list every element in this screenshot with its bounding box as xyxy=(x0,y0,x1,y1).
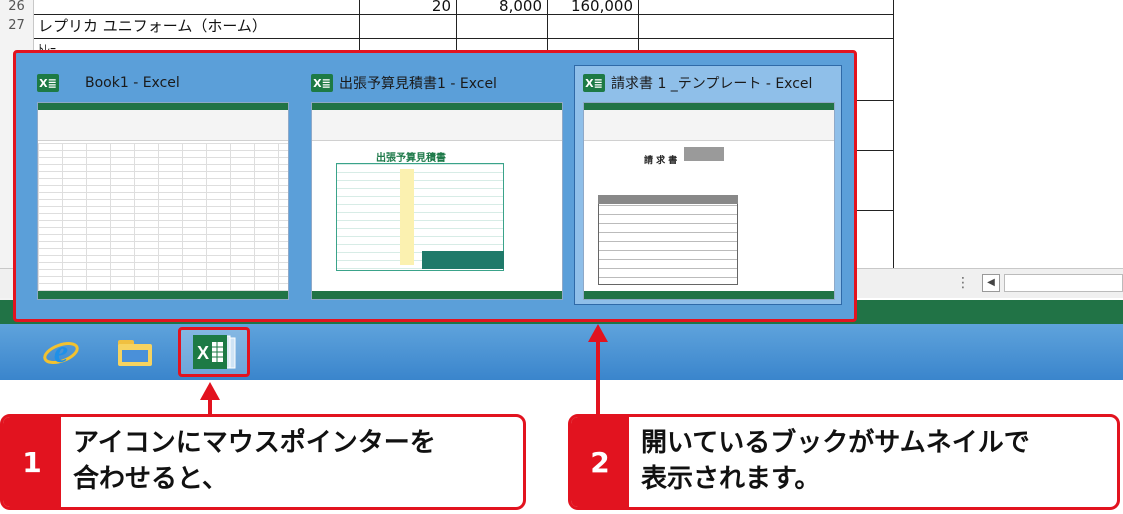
preview-doc-heading: 請 求 書 xyxy=(644,156,678,166)
row-number: 27 xyxy=(0,14,34,38)
taskbar: e X xyxy=(0,324,1123,380)
grid-line xyxy=(856,100,893,101)
thumbnail-book1[interactable]: X≣ Book1 - Excel xyxy=(28,65,296,305)
grid-line xyxy=(856,210,893,211)
split-handle-icon[interactable]: ⋮ xyxy=(956,275,970,291)
callout-text: アイコンにマウスポインターを 合わせると、 xyxy=(73,428,436,494)
scroll-left-icon[interactable]: ◀ xyxy=(982,274,1000,292)
internet-explorer-icon: e xyxy=(43,333,79,369)
excel-icon: X≣ xyxy=(37,74,59,92)
excel-icon: X≣ xyxy=(583,74,605,92)
callout-number: 2 xyxy=(571,417,629,507)
cell-amount: 160,000 xyxy=(570,0,633,15)
folder-icon xyxy=(118,340,152,366)
thumbnail-title: 請求書 1 _テンプレート - Excel xyxy=(611,76,813,92)
scroll-track[interactable] xyxy=(1004,274,1123,292)
thumbnail-preview xyxy=(37,102,289,300)
callout-text: 開いているブックがサムネイルで 表示されます。 xyxy=(641,428,1030,494)
thumbnail-preview: 請 求 書 xyxy=(583,102,835,300)
thumbnail-travel-budget[interactable]: X≣ 出張予算見積書1 - Excel 出張予算見積書 xyxy=(302,65,570,305)
taskbar-thumbnail-popup: X≣ Book1 - Excel X≣ 出張予算見積書1 - Excel 出張予… xyxy=(13,50,857,322)
file-explorer-button[interactable] xyxy=(110,330,160,374)
thumbnail-invoice-template[interactable]: X≣ 請求書 1 _テンプレート - Excel 請 求 書 xyxy=(574,65,842,305)
grid-line xyxy=(856,150,893,151)
excel-icon: X xyxy=(193,335,236,369)
cell-unit-price: 8,000 xyxy=(499,0,542,15)
screenshot-stage: 26 27 2 2 3 3 3 3 3 20 8,000 160,000 レプリ… xyxy=(0,0,1123,514)
grid-line xyxy=(893,0,894,268)
callout-number: 1 xyxy=(3,417,61,507)
svg-text:X: X xyxy=(197,343,209,363)
thumbnail-preview: 出張予算見積書 xyxy=(311,102,563,300)
excel-taskbar-button[interactable]: X xyxy=(178,327,250,377)
svg-text:e: e xyxy=(54,333,68,369)
grid-line xyxy=(34,38,893,39)
thumbnail-title: 出張予算見積書1 - Excel xyxy=(339,76,497,92)
callout-step-2: 2 開いているブックがサムネイルで 表示されます。 xyxy=(568,414,1120,510)
cell-item-name: レプリカ ユニフォーム（ホーム） xyxy=(38,17,267,35)
row-number: 26 xyxy=(0,0,34,14)
arrow-2-head xyxy=(588,324,608,342)
arrow-2-shaft xyxy=(596,340,600,416)
cell-quantity: 20 xyxy=(431,0,451,15)
preview-table xyxy=(598,195,738,285)
internet-explorer-button[interactable]: e xyxy=(36,330,86,374)
callout-step-1: 1 アイコンにマウスポインターを 合わせると、 xyxy=(0,414,526,510)
thumbnail-title: Book1 - Excel xyxy=(85,75,180,91)
preview-doc-heading: 出張予算見積書 xyxy=(376,153,446,164)
arrow-1-head xyxy=(200,382,220,400)
excel-icon: X≣ xyxy=(311,74,333,92)
